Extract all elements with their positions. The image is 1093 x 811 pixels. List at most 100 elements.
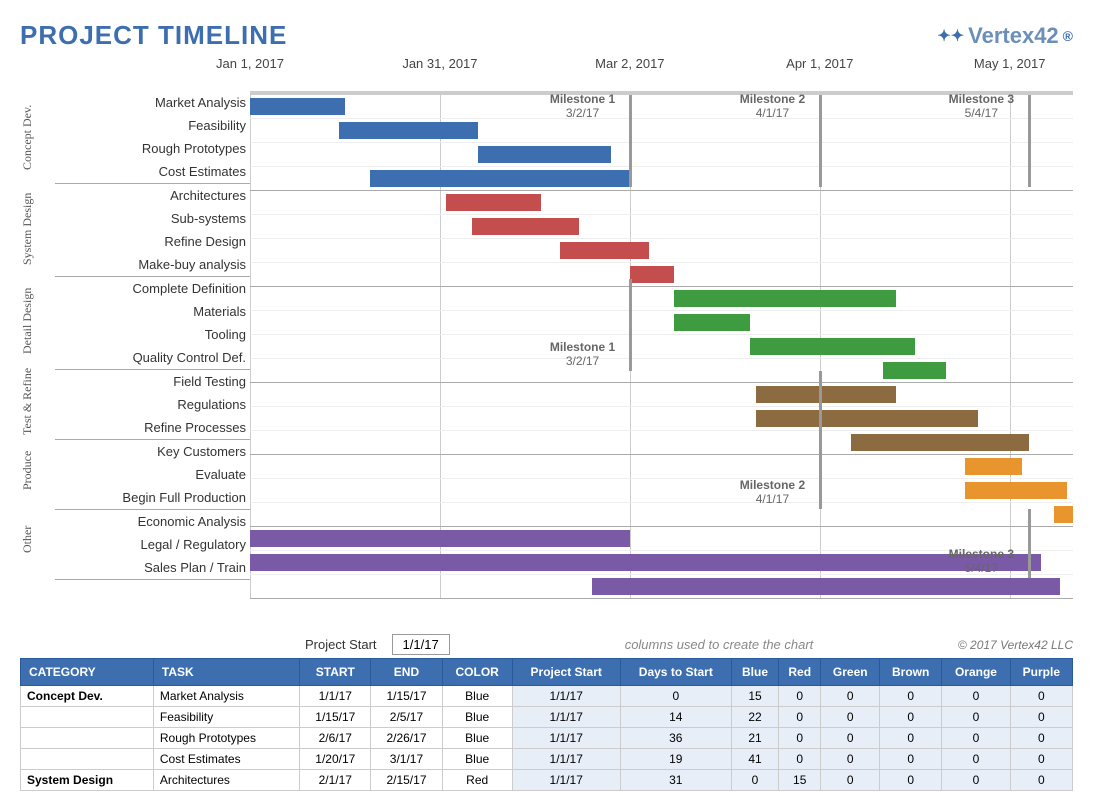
table-cell[interactable]: 0 <box>942 728 1010 749</box>
table-cell[interactable]: 0 <box>880 728 942 749</box>
table-cell[interactable]: 1/1/17 <box>512 686 620 707</box>
gantt-chart: Concept Dev.System DesignDetail DesignTe… <box>20 56 1073 599</box>
gantt-bar <box>1054 506 1073 523</box>
table-cell[interactable]: 0 <box>880 749 942 770</box>
table-cell[interactable]: Feasibility <box>153 707 299 728</box>
gantt-bar <box>446 194 541 211</box>
gantt-row <box>250 503 1073 527</box>
category-label: System Design <box>20 183 45 275</box>
table-cell[interactable]: 14 <box>620 707 731 728</box>
milestone-label: Milestone 13/2/17 <box>550 340 615 369</box>
milestone-label: Milestone 35/4/17 <box>949 547 1014 576</box>
milestone-line <box>1028 95 1031 187</box>
table-cell[interactable]: 0 <box>1010 770 1072 791</box>
project-start-input[interactable]: 1/1/17 <box>392 634 450 655</box>
table-cell[interactable]: 0 <box>880 707 942 728</box>
table-cell[interactable]: 0 <box>778 707 820 728</box>
table-cell[interactable]: 1/1/17 <box>512 770 620 791</box>
category-label: Produce <box>20 436 45 505</box>
task-label: Tooling <box>55 323 250 346</box>
task-label: Field Testing <box>55 370 250 393</box>
table-header: Brown <box>880 659 942 686</box>
table-row: Concept Dev.Market Analysis1/1/171/15/17… <box>21 686 1073 707</box>
task-label: Sales Plan / Train <box>55 556 250 580</box>
table-cell[interactable]: 0 <box>821 770 880 791</box>
table-cell[interactable]: Rough Prototypes <box>153 728 299 749</box>
table-cell[interactable]: 2/26/17 <box>371 728 442 749</box>
table-cell[interactable]: 1/1/17 <box>512 707 620 728</box>
table-cell[interactable]: 2/1/17 <box>300 770 371 791</box>
table-cell[interactable]: 0 <box>1010 707 1072 728</box>
table-cell[interactable]: 1/1/17 <box>512 728 620 749</box>
category-label: Detail Design <box>20 275 45 367</box>
table-header: TASK <box>153 659 299 686</box>
table-cell[interactable]: 0 <box>821 686 880 707</box>
table-cell[interactable]: 0 <box>942 770 1010 791</box>
table-cell[interactable]: Blue <box>442 686 512 707</box>
vertex42-logo: ✦✦ Vertex42® <box>937 23 1073 49</box>
table-cell[interactable]: 0 <box>732 770 779 791</box>
table-cell[interactable] <box>21 707 154 728</box>
table-cell[interactable]: 1/15/17 <box>300 707 371 728</box>
table-cell[interactable]: System Design <box>21 770 154 791</box>
table-header: COLOR <box>442 659 512 686</box>
table-cell[interactable]: 0 <box>778 728 820 749</box>
table-cell[interactable]: 1/20/17 <box>300 749 371 770</box>
gantt-bar <box>756 410 978 427</box>
table-cell[interactable]: 19 <box>620 749 731 770</box>
table-cell[interactable]: 1/1/17 <box>300 686 371 707</box>
table-header: Purple <box>1010 659 1072 686</box>
task-label: Economic Analysis <box>55 510 250 533</box>
gantt-row <box>250 287 1073 311</box>
table-row: Feasibility1/15/172/5/17Blue1/1/17142200… <box>21 707 1073 728</box>
table-cell[interactable]: 0 <box>620 686 731 707</box>
table-cell[interactable]: 2/6/17 <box>300 728 371 749</box>
gantt-row <box>250 479 1073 503</box>
gantt-bar <box>750 338 915 355</box>
table-cell[interactable]: 2/5/17 <box>371 707 442 728</box>
table-cell[interactable]: 22 <box>732 707 779 728</box>
table-cell[interactable]: 3/1/17 <box>371 749 442 770</box>
table-cell[interactable]: 1/1/17 <box>512 749 620 770</box>
task-label: Architectures <box>55 184 250 207</box>
table-cell[interactable]: Architectures <box>153 770 299 791</box>
gantt-row <box>250 263 1073 287</box>
gantt-row <box>250 239 1073 263</box>
table-cell[interactable]: 41 <box>732 749 779 770</box>
table-cell[interactable]: 0 <box>778 749 820 770</box>
table-cell[interactable]: Blue <box>442 728 512 749</box>
table-cell[interactable]: 0 <box>821 728 880 749</box>
table-cell[interactable]: 0 <box>1010 749 1072 770</box>
table-cell[interactable]: 0 <box>778 686 820 707</box>
table-cell[interactable]: 0 <box>942 686 1010 707</box>
table-cell[interactable]: 0 <box>880 686 942 707</box>
table-header: END <box>371 659 442 686</box>
table-cell[interactable]: 0 <box>1010 728 1072 749</box>
table-cell[interactable]: 21 <box>732 728 779 749</box>
table-cell[interactable]: Blue <box>442 749 512 770</box>
table-cell[interactable]: Red <box>442 770 512 791</box>
table-cell[interactable]: 15 <box>778 770 820 791</box>
table-cell[interactable]: 36 <box>620 728 731 749</box>
table-cell[interactable]: 2/15/17 <box>371 770 442 791</box>
table-cell[interactable]: Concept Dev. <box>21 686 154 707</box>
table-cell[interactable] <box>21 749 154 770</box>
table-cell[interactable]: 0 <box>942 707 1010 728</box>
table-cell[interactable]: 31 <box>620 770 731 791</box>
table-cell[interactable]: 1/15/17 <box>371 686 442 707</box>
milestone-label: Milestone 35/4/17 <box>949 92 1014 121</box>
table-cell[interactable]: 15 <box>732 686 779 707</box>
table-cell[interactable]: 0 <box>1010 686 1072 707</box>
milestone-line <box>819 95 822 187</box>
table-cell[interactable]: 0 <box>821 707 880 728</box>
table-cell[interactable]: 0 <box>942 749 1010 770</box>
table-cell[interactable]: 0 <box>880 770 942 791</box>
logo-icon: ✦✦ <box>937 26 964 46</box>
task-label: Refine Processes <box>55 416 250 440</box>
table-cell[interactable]: Market Analysis <box>153 686 299 707</box>
table-cell[interactable]: 0 <box>821 749 880 770</box>
table-cell[interactable]: Cost Estimates <box>153 749 299 770</box>
table-cell[interactable]: Blue <box>442 707 512 728</box>
table-cell[interactable] <box>21 728 154 749</box>
gantt-row <box>250 311 1073 335</box>
